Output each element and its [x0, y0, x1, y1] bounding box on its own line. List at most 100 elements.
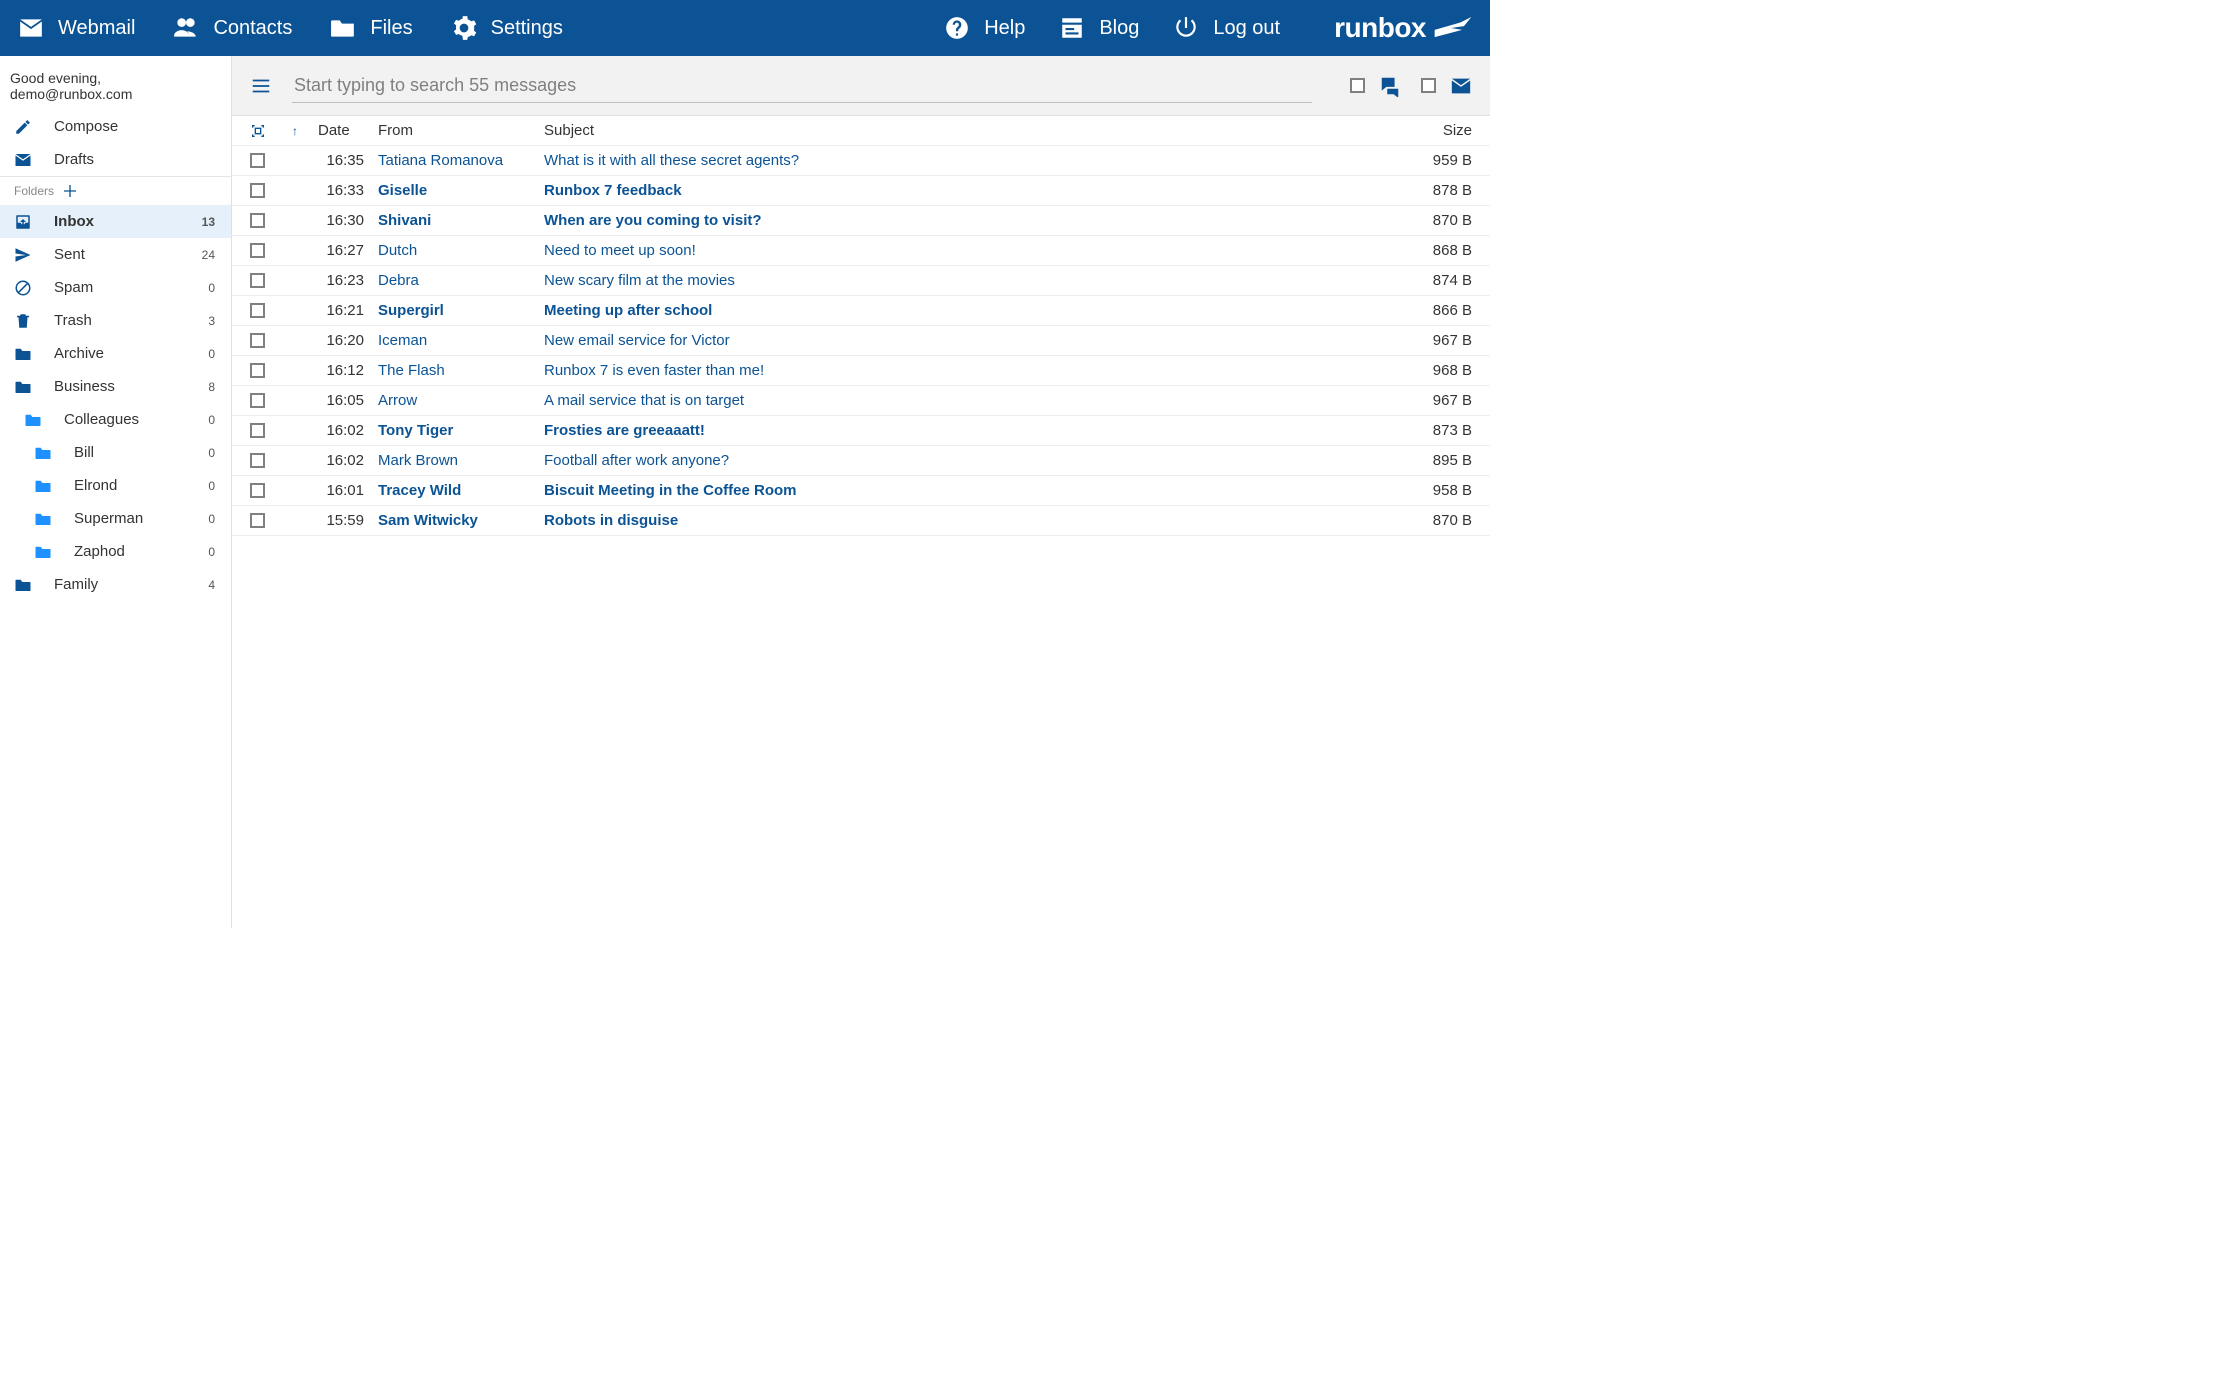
contacts-icon [173, 15, 199, 41]
select-all-icon[interactable] [250, 123, 266, 139]
nav-blog-label: Blog [1099, 17, 1139, 40]
table-row[interactable]: 16:12The FlashRunbox 7 is even faster th… [232, 356, 1490, 386]
row-checkbox[interactable] [250, 483, 265, 498]
nav-settings[interactable]: Settings [451, 15, 563, 41]
folder-item-inbox[interactable]: Inbox13 [0, 205, 231, 238]
folder-item-superman[interactable]: Superman 0 [0, 502, 231, 535]
thread-icon[interactable] [1379, 75, 1401, 97]
row-checkbox[interactable] [250, 183, 265, 198]
table-row[interactable]: 16:20IcemanNew email service for Victor9… [232, 326, 1490, 356]
logo-text: runbox [1334, 12, 1426, 44]
folder-item-sent[interactable]: Sent24 [0, 238, 231, 271]
row-check-cell [250, 213, 292, 228]
folder-label: Business [54, 378, 115, 395]
trash-icon [14, 312, 32, 330]
table-row[interactable]: 16:33GiselleRunbox 7 feedback878 B [232, 176, 1490, 206]
folder-list: Inbox13Sent24Spam0Trash3Archive0Business… [0, 205, 231, 601]
row-checkbox[interactable] [250, 513, 265, 528]
folder-label: Bill [74, 444, 94, 461]
add-folder-icon[interactable] [62, 183, 78, 199]
folder-label: Superman [74, 510, 143, 527]
message-table: ↑ Date From Subject Size 16:35Tatiana Ro… [232, 116, 1490, 928]
row-size: 870 B [1410, 512, 1490, 529]
row-check-cell [250, 393, 292, 408]
table-row[interactable]: 16:30ShivaniWhen are you coming to visit… [232, 206, 1490, 236]
row-checkbox[interactable] [250, 273, 265, 288]
folder-count: 0 [208, 281, 215, 295]
column-date[interactable]: ↑ Date [292, 122, 378, 139]
table-row[interactable]: 16:27DutchNeed to meet up soon!868 B [232, 236, 1490, 266]
row-check-cell [250, 483, 292, 498]
table-body: 16:35Tatiana RomanovaWhat is it with all… [232, 146, 1490, 536]
nav-help[interactable]: Help [944, 15, 1025, 41]
nav-files[interactable]: Files [330, 15, 412, 41]
logo[interactable]: runbox [1334, 12, 1472, 44]
folder-icon [330, 15, 356, 41]
row-from: Tony Tiger [378, 422, 544, 439]
nav-right: Help Blog Log out runbox [944, 12, 1472, 44]
column-size[interactable]: Size [1410, 122, 1490, 139]
row-checkbox[interactable] [250, 243, 265, 258]
table-row[interactable]: 16:02Mark BrownFootball after work anyon… [232, 446, 1490, 476]
folder-item-archive[interactable]: Archive0 [0, 337, 231, 370]
folder-item-elrond[interactable]: Elrond0 [0, 469, 231, 502]
row-checkbox[interactable] [250, 213, 265, 228]
mark-read-icon[interactable] [1450, 75, 1472, 97]
toggle-unread-checkbox[interactable] [1421, 78, 1436, 93]
folder-item-family[interactable]: Family4 [0, 568, 231, 601]
table-row[interactable]: 16:05ArrowA mail service that is on targ… [232, 386, 1490, 416]
row-from: Dutch [378, 242, 544, 259]
folder-count: 24 [202, 248, 215, 262]
greeting: Good evening, demo@runbox.com [0, 62, 231, 110]
row-checkbox[interactable] [250, 423, 265, 438]
row-checkbox[interactable] [250, 153, 265, 168]
drafts-button[interactable]: Drafts [0, 143, 231, 176]
row-check-cell [250, 363, 292, 378]
folder-label: Colleagues [64, 411, 139, 428]
folder-item-colleagues[interactable]: Colleagues 0 [0, 403, 231, 436]
folder-count: 0 [208, 512, 215, 526]
row-size: 968 B [1410, 362, 1490, 379]
folder-count: 0 [208, 545, 215, 559]
row-checkbox[interactable] [250, 453, 265, 468]
folder-item-trash[interactable]: Trash3 [0, 304, 231, 337]
column-from[interactable]: From [378, 122, 544, 139]
folder-item-bill[interactable]: Bill0 [0, 436, 231, 469]
row-checkbox[interactable] [250, 333, 265, 348]
nav-webmail[interactable]: Webmail [18, 15, 135, 41]
menu-icon[interactable] [250, 75, 272, 97]
nav-contacts[interactable]: Contacts [173, 15, 292, 41]
row-date: 16:20 [292, 332, 378, 349]
folder-item-zaphod[interactable]: Zaphod0 [0, 535, 231, 568]
blog-icon [1059, 15, 1085, 41]
row-subject: Need to meet up soon! [544, 242, 1410, 259]
folder2-icon [34, 543, 52, 561]
gear-icon [451, 15, 477, 41]
row-checkbox[interactable] [250, 393, 265, 408]
row-subject: Biscuit Meeting in the Coffee Room [544, 482, 1410, 499]
folder-item-spam[interactable]: Spam0 [0, 271, 231, 304]
folder-count: 3 [208, 314, 215, 328]
row-check-cell [250, 333, 292, 348]
compose-button[interactable]: Compose [0, 110, 231, 143]
select-all-cell [250, 123, 292, 139]
toggle-threads-checkbox[interactable] [1350, 78, 1365, 93]
row-from: Mark Brown [378, 452, 544, 469]
folder-count: 0 [208, 413, 215, 427]
folder-item-business[interactable]: Business8 [0, 370, 231, 403]
row-checkbox[interactable] [250, 363, 265, 378]
table-row[interactable]: 16:02Tony TigerFrosties are greeaaatt!87… [232, 416, 1490, 446]
table-row[interactable]: 16:01Tracey WildBiscuit Meeting in the C… [232, 476, 1490, 506]
table-row[interactable]: 16:23DebraNew scary film at the movies87… [232, 266, 1490, 296]
nav-blog[interactable]: Blog [1059, 15, 1139, 41]
column-subject[interactable]: Subject [544, 122, 1410, 139]
table-row[interactable]: 16:35Tatiana RomanovaWhat is it with all… [232, 146, 1490, 176]
row-checkbox[interactable] [250, 303, 265, 318]
search-input[interactable] [292, 69, 1312, 103]
nav-contacts-label: Contacts [213, 17, 292, 40]
compose-label: Compose [54, 118, 118, 135]
table-row[interactable]: 16:21SupergirlMeeting up after school866… [232, 296, 1490, 326]
nav-logout[interactable]: Log out [1173, 15, 1280, 41]
table-row[interactable]: 15:59Sam WitwickyRobots in disguise870 B [232, 506, 1490, 536]
row-subject: Meeting up after school [544, 302, 1410, 319]
